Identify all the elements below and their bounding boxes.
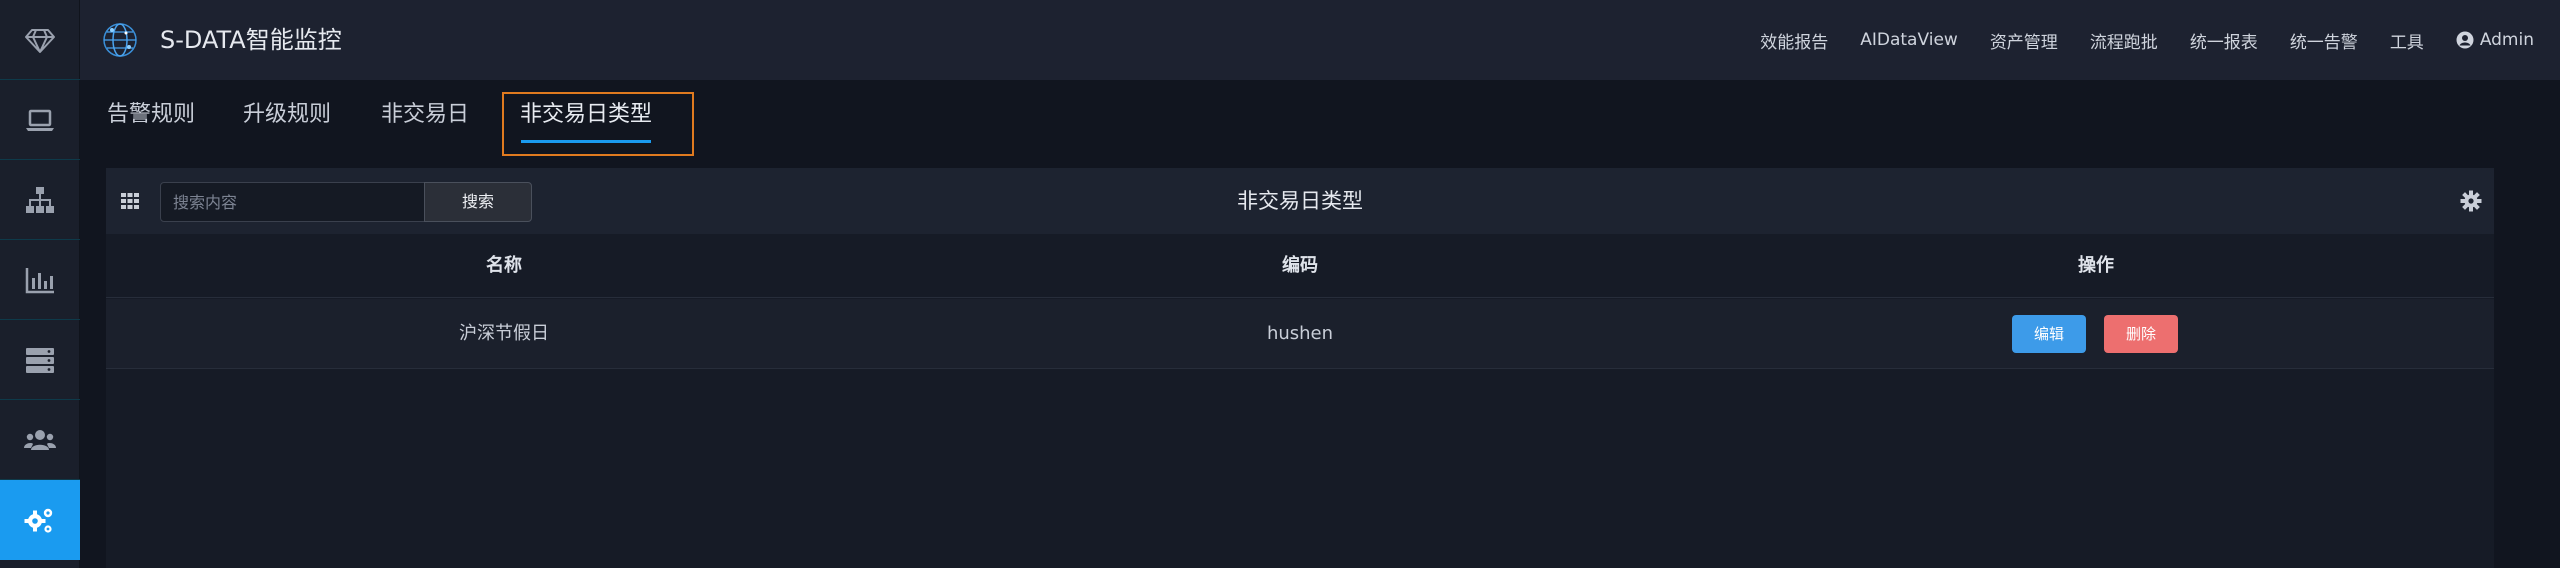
sidebar-item-settings[interactable] <box>0 480 80 560</box>
nav-asset-management[interactable]: 资产管理 <box>1990 28 2058 53</box>
user-circle-icon <box>2456 31 2474 49</box>
delete-button[interactable]: 删除 <box>2104 315 2178 353</box>
bar-chart-icon <box>25 267 54 293</box>
globe-logo-icon[interactable] <box>100 20 140 60</box>
user-name: Admin <box>2479 30 2534 50</box>
sidebar-item-reports[interactable] <box>0 240 80 320</box>
sidebar-item-topology[interactable] <box>0 160 80 240</box>
server-icon <box>26 347 54 373</box>
user-menu[interactable]: Admin <box>2456 30 2534 50</box>
nav-unified-alarm[interactable]: 统一告警 <box>2290 28 2358 53</box>
table-header: 名称 编码 操作 <box>106 234 2494 298</box>
nav-efficiency-report[interactable]: 效能报告 <box>1760 28 1828 53</box>
panel-toolbar: 搜索 非交易日类型 <box>106 168 2494 234</box>
nav-process-batch[interactable]: 流程跑批 <box>2090 28 2158 53</box>
tab-escalation-rules[interactable]: 升级规则 <box>242 80 332 150</box>
top-bar: S-DATA智能监控 效能报告 AIDataView 资产管理 流程跑批 统一报… <box>80 0 2560 80</box>
users-icon <box>24 429 56 450</box>
nav-unified-report[interactable]: 统一报表 <box>2190 28 2258 53</box>
content-panel: 搜索 非交易日类型 名称 编码 操作 沪深节假日 hushen 编辑 删除 <box>106 168 2494 568</box>
tab-non-trading-days[interactable]: 非交易日 <box>380 80 470 150</box>
sidebar-item-users[interactable] <box>0 400 80 480</box>
gears-icon <box>24 508 53 533</box>
tab-bar: 告警规则 升级规则 非交易日 非交易日类型 <box>80 80 2560 164</box>
column-header-code: 编码 <box>1282 255 1318 276</box>
sidebar-item-servers[interactable] <box>0 320 80 400</box>
nav-aidataview[interactable]: AIDataView <box>1860 30 1958 50</box>
cell-code: hushen <box>1266 323 1334 344</box>
settings-gear-icon[interactable] <box>2460 190 2482 212</box>
sitemap-icon <box>26 186 54 213</box>
nav-tools[interactable]: 工具 <box>2390 28 2424 53</box>
grid-menu-icon[interactable] <box>120 191 140 211</box>
sidebar <box>0 0 80 568</box>
tab-alarm-rules[interactable]: 告警规则 <box>106 80 196 150</box>
table-row: 沪深节假日 hushen 编辑 删除 <box>106 299 2494 369</box>
edit-button[interactable]: 编辑 <box>2012 315 2086 353</box>
diamond-icon <box>25 28 55 53</box>
search-button[interactable]: 搜索 <box>424 182 532 222</box>
column-header-name: 名称 <box>486 255 522 276</box>
sidebar-item-monitor[interactable] <box>0 80 80 160</box>
top-nav: 效能报告 AIDataView 资产管理 流程跑批 统一报表 统一告警 工具 A… <box>1760 0 2560 80</box>
tab-highlight-box <box>502 92 694 156</box>
cell-name: 沪深节假日 <box>459 323 549 344</box>
laptop-icon <box>26 109 54 131</box>
app-title: S-DATA智能监控 <box>160 26 342 54</box>
sidebar-item-home[interactable] <box>0 0 80 80</box>
column-header-actions: 操作 <box>2078 255 2114 276</box>
search-input[interactable] <box>160 182 430 222</box>
